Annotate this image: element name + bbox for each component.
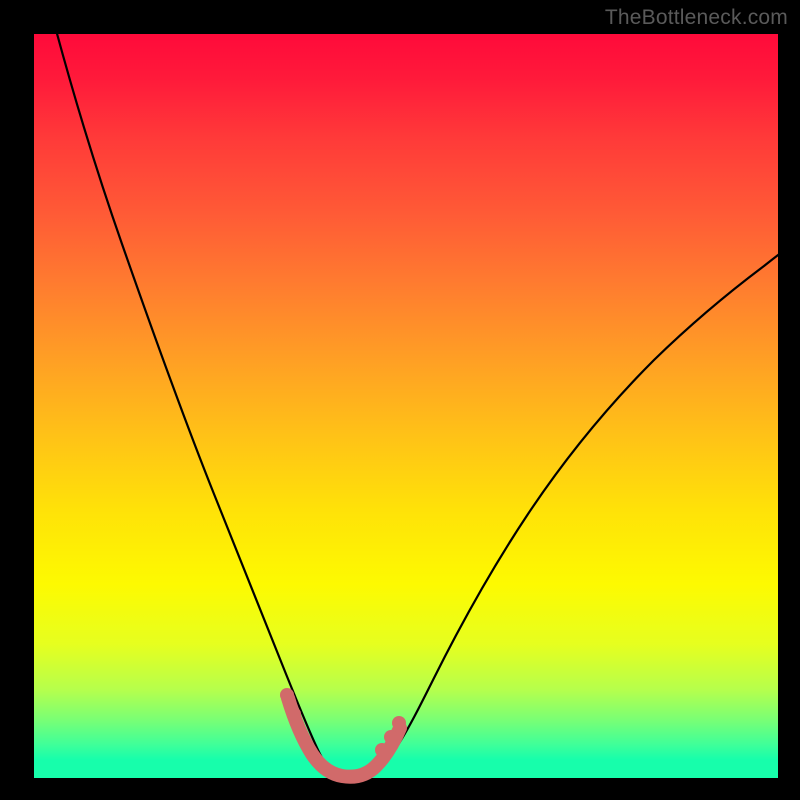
marker-dot [392,716,406,730]
plot-area [34,34,778,778]
marker-dot [287,707,301,721]
curve-svg [34,34,778,778]
watermark-text: TheBottleneck.com [605,6,788,30]
chart-frame: TheBottleneck.com [0,0,800,800]
marker-dot [375,743,389,757]
marker-dot [280,688,294,702]
optimal-range-marker [288,698,400,777]
bottleneck-curve [56,30,786,777]
marker-dot [384,730,398,744]
